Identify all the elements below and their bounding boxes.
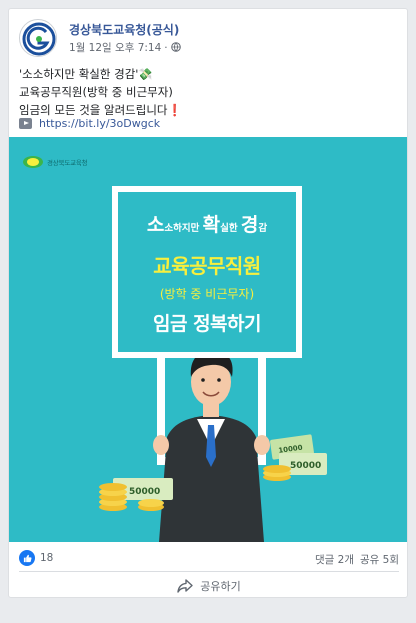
comment-count-link[interactable]: 댓글 2개 — [315, 554, 354, 566]
board-title-part: 경 — [240, 214, 259, 236]
board-title-part: 소 — [146, 214, 165, 236]
like-count: 18 — [40, 552, 54, 564]
post-timestamp[interactable]: 1월 12일 오후 7:14 — [69, 42, 161, 54]
post-header: 경상북도교육청(공식) 1월 12일 오후 7:14 · — [19, 19, 399, 59]
money-label: 50000 — [129, 487, 160, 497]
engagement-counts: 댓글 2개 공유 5회 — [315, 552, 399, 567]
post-text-line: '소소하지만 확실한 경감'💸 — [19, 67, 153, 81]
footer-divider — [19, 571, 399, 572]
post-image[interactable]: 경상북도교육청 50000 50000 10000 소소하지만 확실한 경감 교… — [9, 137, 407, 542]
reactions[interactable]: 18 — [19, 550, 53, 566]
board-title-part: 확 — [202, 214, 221, 236]
post-link-row: https://bit.ly/3oDwgck — [19, 117, 160, 130]
share-button[interactable]: 공유하기 — [129, 575, 289, 597]
thumbs-up-icon — [19, 550, 35, 566]
page-name-link[interactable]: 경상북도교육청(공식) — [69, 21, 179, 38]
post-meta: 1월 12일 오후 7:14 · — [69, 40, 181, 55]
board-title-part: 실한 — [220, 223, 241, 234]
board-title-part: 소하지만 — [164, 223, 203, 234]
board-title-part: 감 — [258, 223, 268, 234]
sign-board: 소소하지만 확실한 경감 교육공무직원 (방학 중 비근무자) 임금 정복하기 — [112, 186, 302, 358]
share-count-link[interactable]: 공유 5회 — [360, 554, 399, 566]
post-text: '소소하지만 확실한 경감'💸 교육공무직원(방학 중 비근무자) 임금의 모든… — [19, 65, 399, 119]
globe-icon — [170, 42, 181, 52]
meta-separator: · — [164, 42, 168, 54]
play-icon — [19, 118, 32, 129]
board-note: (방학 중 비근무자) — [159, 287, 255, 301]
page-avatar[interactable] — [19, 19, 57, 57]
board-title: 소소하지만 확실한 경감 — [118, 210, 296, 237]
post-stats: 18 댓글 2개 공유 5회 — [19, 549, 399, 569]
board-headline: 임금 정복하기 — [153, 313, 262, 335]
post-text-line: 교육공무직원(방학 중 비근무자) — [19, 85, 173, 99]
money-label: 50000 — [290, 461, 321, 471]
share-button-label: 공유하기 — [200, 580, 241, 593]
post-link[interactable]: https://bit.ly/3oDwgck — [39, 117, 160, 130]
share-arrow-icon — [177, 579, 193, 593]
board-subtitle: 교육공무직원 — [153, 254, 261, 278]
post-card: 경상북도교육청(공식) 1월 12일 오후 7:14 · '소소하지만 확실한 경… — [8, 8, 408, 598]
